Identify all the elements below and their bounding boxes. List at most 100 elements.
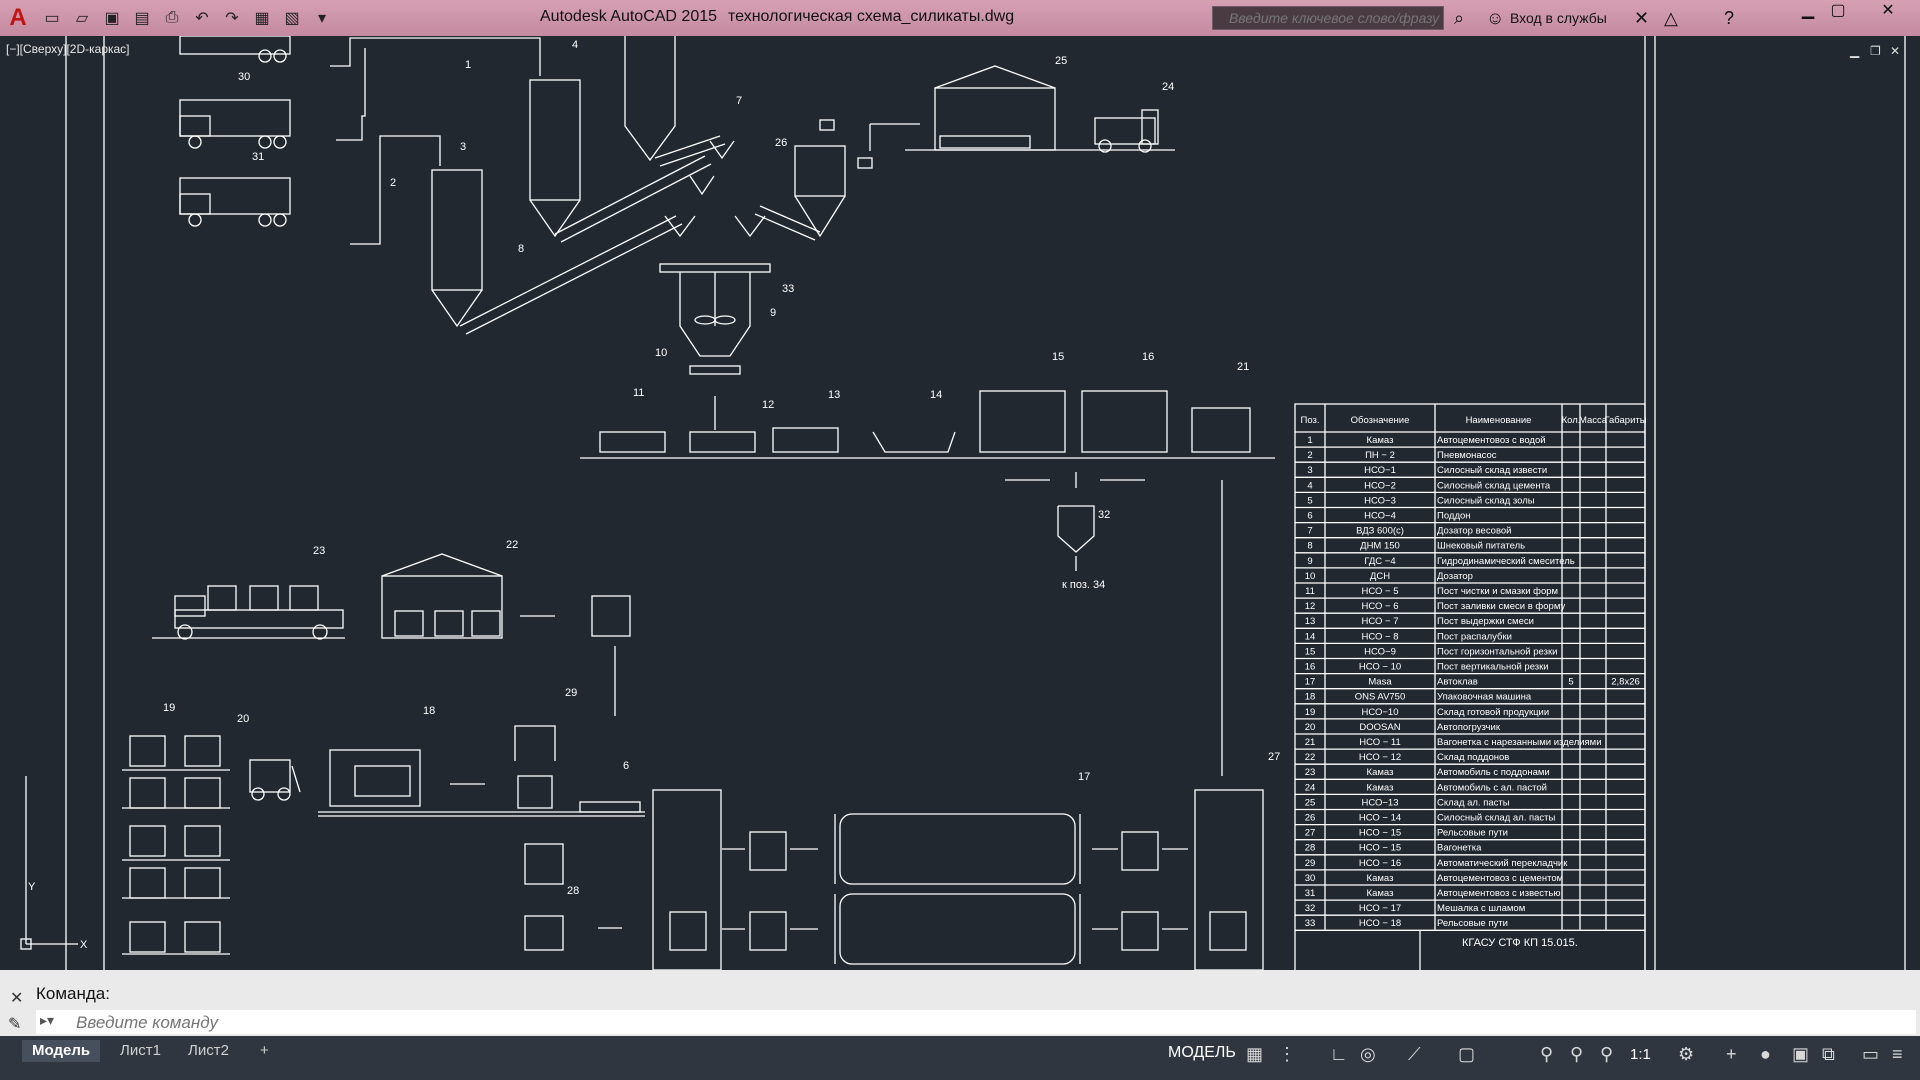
warehouse-25 (905, 65, 1175, 151)
spec-cell-24-0: 25 (1305, 797, 1316, 808)
label-12: 12 (762, 399, 774, 411)
viewport-minimize-icon[interactable]: ▁ (1850, 44, 1859, 58)
spec-cell-0-1: Камаз (1367, 435, 1394, 446)
binoculars-icon[interactable]: ⌕ (1454, 8, 1464, 29)
layout-icon[interactable]: ▭ (1862, 1044, 1879, 1065)
ucs-icon (20, 776, 78, 950)
command-input-row[interactable]: ▸▾ (36, 1010, 1916, 1036)
spec-cell-19-0: 20 (1305, 722, 1316, 733)
search-box[interactable] (1212, 6, 1444, 30)
print-icon[interactable]: ⎙ (158, 4, 186, 32)
rails-left (652, 789, 722, 970)
label-32: 32 (1098, 509, 1110, 521)
spec-cell-3-2: Силосный склад цемента (1437, 480, 1551, 491)
post-13 (772, 427, 839, 453)
annoscale-icon[interactable]: ⚲ (1570, 1044, 1583, 1065)
scale-dropdown[interactable]: 1:1 (1630, 1046, 1651, 1063)
a360-icon[interactable]: △ (1664, 8, 1678, 29)
menu-icon[interactable]: ≡ (1892, 1044, 1903, 1065)
polar-icon[interactable]: ◎ (1360, 1044, 1376, 1065)
spec-cell-27-2: Вагонетка (1437, 843, 1482, 854)
drawing-canvas[interactable]: Y X 1 2 3 4 6 7 8 9 10 11 12 13 14 15 16… (0, 36, 1920, 970)
open-icon[interactable]: ▱ (68, 4, 96, 32)
pallet-6 (579, 801, 641, 813)
spec-cell-22-1: Камаз (1367, 767, 1394, 778)
command-history: Команда: (36, 984, 110, 1003)
close-icon[interactable]: ✕ (1868, 0, 1908, 24)
login-button[interactable]: Вход в службы (1510, 10, 1607, 26)
gear-icon[interactable]: ⚙ (1678, 1044, 1694, 1065)
add-tab-button[interactable]: + (250, 1040, 279, 1062)
label-15: 15 (1052, 351, 1064, 363)
viewport-close-icon[interactable]: ✕ (1890, 44, 1900, 58)
isolate-icon[interactable]: ● (1760, 1044, 1771, 1065)
grid-icon[interactable]: ▦ (1246, 1044, 1263, 1065)
wagon-top (524, 843, 564, 885)
redo-icon[interactable]: ↷ (218, 4, 246, 32)
help-icon[interactable]: ? (1724, 8, 1734, 29)
command-prompt-icon[interactable]: ▸▾ (40, 1012, 54, 1029)
spec-cell-17-1: ONS AV750 (1355, 692, 1406, 703)
spec-cell-24-2: Склад ал. пасты (1437, 797, 1510, 808)
snap-icon[interactable]: ⋮ (1278, 1044, 1296, 1065)
clean-screen-icon[interactable]: ⧉ (1822, 1044, 1835, 1065)
tab-model[interactable]: Модель (22, 1040, 101, 1062)
dropdown-icon[interactable]: ▾ (308, 4, 336, 32)
label-30: 30 (238, 71, 250, 83)
wagon-l1 (749, 831, 787, 871)
spec-cell-1-1: ПН − 2 (1365, 450, 1395, 461)
autoclave-17 (834, 813, 1081, 965)
transfer-29 (514, 725, 556, 809)
autocad-logo-icon[interactable]: A (0, 0, 36, 36)
ucs-x-label: X (80, 939, 88, 951)
truck-30 (179, 99, 291, 149)
spec-cell-3-1: НСО−2 (1364, 480, 1396, 491)
viewport-label[interactable]: [−][Сверху][2D-каркас] (6, 42, 130, 56)
user-icon[interactable]: ☺ (1486, 8, 1504, 29)
tab-sheet2[interactable]: Лист2 (178, 1040, 239, 1062)
spec-cell-10-2: Пост чистки и смазки форм (1437, 586, 1558, 597)
spec-cell-20-2: Вагонетка с нарезанными изделиями (1437, 737, 1602, 748)
maximize-icon[interactable]: ▢ (1818, 0, 1858, 24)
spec-cell-23-1: Камаз (1367, 782, 1394, 793)
spec-cell-25-2: Силосный склад ал. пасты (1437, 813, 1556, 824)
tab-sheet1[interactable]: Лист1 (110, 1040, 171, 1062)
spec-cell-4-1: НСО−3 (1364, 495, 1396, 506)
spec-cell-9-1: ДСН (1370, 571, 1390, 582)
spec-header-2: Наименование (1466, 415, 1532, 426)
close-icon[interactable]: ✕ (10, 988, 23, 1008)
viewport-restore-icon[interactable]: ❐ (1870, 44, 1881, 58)
hardware-icon[interactable]: ▣ (1792, 1044, 1809, 1065)
save-icon[interactable]: ▣ (98, 4, 126, 32)
spec-cell-8-2: Гидродинамический смеситель (1437, 556, 1575, 567)
spec-cell-0-0: 1 (1307, 435, 1312, 446)
saveas-icon[interactable]: ▤ (128, 4, 156, 32)
plus-icon[interactable]: + (1726, 1044, 1737, 1065)
spec-cell-7-1: ДНМ 150 (1360, 541, 1400, 552)
ortho-icon[interactable]: ∟ (1330, 1044, 1348, 1065)
spec-cell-10-1: НСО − 5 (1361, 586, 1398, 597)
label-21: 21 (1237, 361, 1249, 373)
share-icon[interactable]: ▧ (278, 4, 306, 32)
spec-cell-23-2: Автомобиль с ал. пастой (1437, 782, 1547, 793)
osnap-icon[interactable]: ▢ (1458, 1044, 1475, 1065)
label-26: 26 (775, 137, 787, 149)
exchange-icon[interactable]: ✕ (1634, 8, 1649, 29)
label-20: 20 (237, 713, 249, 725)
annotation-icon[interactable]: ⚲ (1540, 1044, 1553, 1065)
spec-cell-27-1: НСО − 15 (1359, 843, 1401, 854)
search-input[interactable] (1213, 7, 1443, 29)
isodraft-icon[interactable]: ⟋ (1408, 1044, 1421, 1065)
wrench-icon[interactable]: ✎ (8, 1014, 21, 1034)
undo-icon[interactable]: ↶ (188, 4, 216, 32)
spec-cell-7-2: Шнековый питатель (1437, 541, 1525, 552)
annovisibility-icon[interactable]: ⚲ (1600, 1044, 1613, 1065)
spec-cell-5-2: Поддон (1437, 511, 1471, 522)
command-input[interactable] (36, 1010, 1778, 1036)
model-space-button[interactable]: МОДЕЛЬ (1168, 1044, 1236, 1062)
spec-cell-31-2: Мешалка с шламом (1437, 903, 1525, 914)
spec-cell-28-2: Автоматический перекладчик (1437, 858, 1568, 869)
plot-icon[interactable]: ▦ (248, 4, 276, 32)
spec-cell-26-2: Рельсовые пути (1437, 828, 1508, 839)
new-icon[interactable]: ▭ (38, 4, 66, 32)
